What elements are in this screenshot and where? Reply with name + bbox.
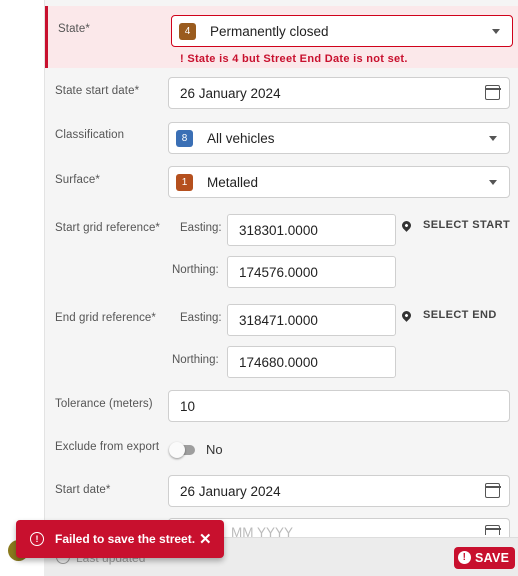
surface-badge: 1 (176, 173, 193, 191)
select-end-button[interactable]: SELECT END (400, 308, 497, 322)
tolerance-input[interactable]: 10 (168, 390, 510, 422)
chevron-down-icon (489, 180, 497, 185)
end-northing-label: Northing: (172, 354, 219, 366)
start-easting-label: Easting: (180, 222, 222, 234)
error-icon: ! (30, 532, 44, 546)
classification-badge: 8 (176, 129, 193, 147)
state-start-date-field[interactable]: 26 January 2024 (168, 77, 510, 109)
select-start-label: SELECT START (423, 219, 511, 231)
start-northing-label: Northing: (172, 264, 219, 276)
surface-label: Surface* (55, 174, 100, 186)
classification-label: Classification (55, 129, 125, 141)
end-easting-label: Easting: (180, 312, 222, 324)
end-grid-label: End grid reference* (55, 312, 156, 324)
save-button[interactable]: ! SAVE (454, 547, 515, 569)
state-row: State* 4 Permanently closed ! State is 4… (45, 6, 518, 68)
surface-value: Metalled (207, 174, 259, 190)
state-error-message: ! State is 4 but Street End Date is not … (180, 53, 408, 65)
map-pin-icon (400, 308, 413, 322)
end-easting-input[interactable]: 318471.0000 (227, 304, 396, 336)
classification-select[interactable]: 8 All vehicles (168, 122, 510, 154)
tolerance-label: Tolerance (meters) (55, 398, 153, 410)
state-start-date-value: 26 January 2024 (180, 85, 281, 101)
error-icon: ! (458, 551, 471, 564)
chevron-down-icon (492, 29, 500, 34)
start-date-value: 26 January 2024 (180, 483, 281, 499)
calendar-icon[interactable] (484, 85, 501, 100)
start-grid-label: Start grid reference* (55, 222, 161, 234)
save-label: SAVE (475, 551, 510, 565)
exclude-export-value: No (206, 442, 223, 457)
start-northing-input[interactable]: 174576.0000 (227, 256, 396, 288)
state-label: State* (58, 23, 90, 35)
state-error-text: State is 4 but Street End Date is not se… (187, 53, 408, 65)
classification-value: All vehicles (207, 130, 275, 146)
chevron-down-icon (489, 136, 497, 141)
state-badge: 4 (179, 22, 196, 40)
exclude-export-label: Exclude from export (55, 441, 160, 453)
end-northing-input[interactable]: 174680.0000 (227, 346, 396, 378)
snackbar-message: Failed to save the street. (55, 532, 196, 546)
map-pin-icon (400, 218, 413, 232)
select-end-label: SELECT END (423, 309, 497, 321)
calendar-icon[interactable] (484, 483, 501, 498)
close-icon[interactable]: ✕ (199, 530, 212, 548)
start-easting-input[interactable]: 318301.0000 (227, 214, 396, 246)
state-value: Permanently closed (210, 23, 329, 39)
start-date-label: Start date* (55, 484, 111, 496)
toggle-knob (169, 442, 185, 458)
street-form-panel: State* 4 Permanently closed ! State is 4… (44, 0, 518, 576)
state-start-date-label: State start date* (55, 85, 140, 97)
exclude-export-toggle[interactable] (169, 442, 197, 458)
error-snackbar: ! Failed to save the street. ✕ (16, 520, 224, 558)
surface-select[interactable]: 1 Metalled (168, 166, 510, 198)
select-start-button[interactable]: SELECT START (400, 218, 511, 232)
calendar-icon[interactable] (484, 525, 501, 535)
start-date-field[interactable]: 26 January 2024 (168, 475, 510, 507)
state-select[interactable]: 4 Permanently closed (171, 15, 513, 47)
